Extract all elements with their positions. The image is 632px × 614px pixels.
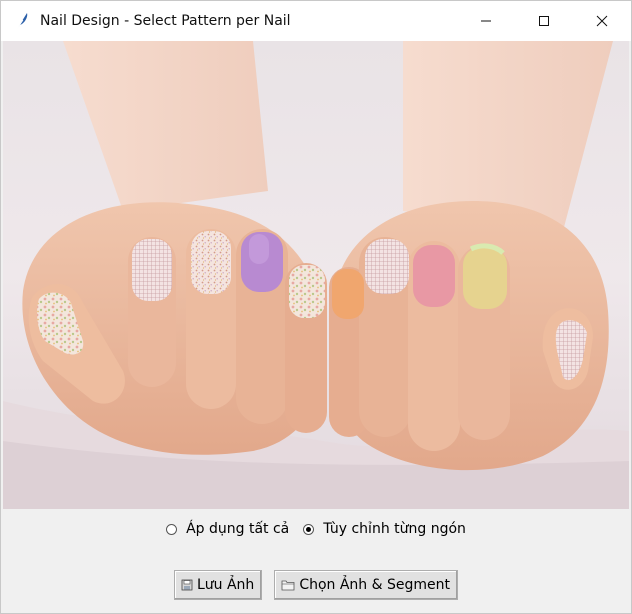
radio-customize-each[interactable]: Tùy chỉnh từng ngón: [303, 521, 466, 537]
minimize-button[interactable]: [457, 1, 515, 41]
select-image-segment-button[interactable]: Chọn Ảnh & Segment: [274, 570, 458, 600]
save-image-label: Lưu Ảnh: [196, 577, 255, 593]
radio-customize-each-label: Tùy chỉnh từng ngón: [323, 521, 466, 537]
action-buttons: Lưu Ảnh Chọn Ảnh & Segment: [1, 570, 631, 600]
folder-icon: [281, 579, 295, 591]
maximize-button[interactable]: [515, 1, 573, 41]
title-bar[interactable]: Nail Design - Select Pattern per Nail: [1, 1, 631, 41]
close-button[interactable]: [573, 1, 631, 41]
app-window: Nail Design - Select Pattern per Nail Áp…: [0, 0, 632, 614]
radio-customize-each-indicator[interactable]: [303, 523, 315, 535]
feather-icon: [14, 12, 30, 30]
window-controls: [457, 1, 631, 41]
close-icon: [596, 15, 608, 27]
mode-selector: Áp dụng tất cả Tùy chỉnh từng ngón: [1, 521, 631, 537]
radio-apply-all-label: Áp dụng tất cả: [186, 521, 290, 537]
save-image-button[interactable]: Lưu Ảnh: [173, 570, 263, 600]
maximize-icon: [539, 16, 549, 26]
minimize-icon: [481, 20, 491, 22]
window-title: Nail Design - Select Pattern per Nail: [40, 13, 291, 29]
radio-apply-all[interactable]: Áp dụng tất cả: [166, 521, 289, 537]
radio-apply-all-indicator[interactable]: [166, 523, 178, 535]
floppy-disk-icon: [181, 579, 193, 591]
select-image-segment-label: Chọn Ảnh & Segment: [299, 577, 450, 593]
nail-photo[interactable]: [3, 41, 629, 509]
